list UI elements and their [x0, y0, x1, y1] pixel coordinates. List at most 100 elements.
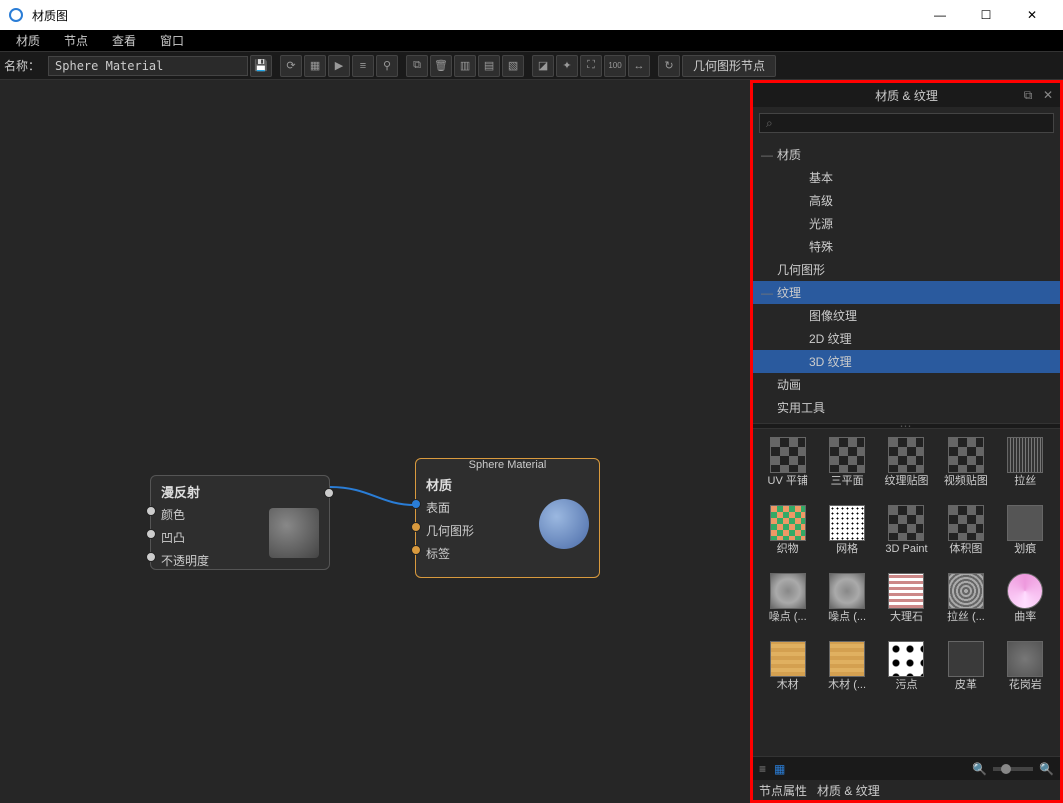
- geometry-node-button[interactable]: 几何图形节点: [682, 55, 776, 77]
- texture-thumb[interactable]: 网格: [820, 505, 873, 567]
- tool-reload-icon[interactable]: ↻: [658, 55, 680, 77]
- search-input[interactable]: [777, 116, 1047, 130]
- tool-100-icon[interactable]: 100: [604, 55, 626, 77]
- minimize-button[interactable]: —: [917, 0, 963, 30]
- tree-item[interactable]: —纹理: [753, 281, 1060, 304]
- texture-thumb[interactable]: 三平面: [820, 437, 873, 499]
- texture-thumb[interactable]: 3D Paint: [880, 505, 933, 567]
- tree-item[interactable]: —材质: [753, 143, 1060, 166]
- toolbar: 名称： 💾 ⟳ ▦ ▶ ≡ ⚲ ⧉ 🗑 ▥ ▤ ▧ ◪ ✦ ⛶ 100 ↔ ↻ …: [0, 52, 1063, 80]
- thumbnail-area: UV 平铺三平面纹理贴图视频贴图拉丝织物网格3D Paint体积图划痕噪点 (.…: [753, 429, 1060, 756]
- texture-thumb[interactable]: 拉丝: [999, 437, 1052, 499]
- material-node-header: 材质: [416, 475, 599, 496]
- menu-window[interactable]: 窗口: [148, 30, 196, 51]
- menu-material[interactable]: 材质: [4, 30, 52, 51]
- tool-grid-icon[interactable]: ▦: [304, 55, 326, 77]
- tree-item[interactable]: 特殊: [753, 235, 1060, 258]
- material-preview: [539, 499, 589, 549]
- search-icon: ⌕: [766, 116, 773, 131]
- menubar: 材质 节点 查看 窗口: [0, 30, 1063, 52]
- tree-item[interactable]: 3D 纹理: [753, 350, 1060, 373]
- texture-thumb[interactable]: 拉丝 (...: [939, 573, 992, 635]
- texture-thumb[interactable]: 曲率: [999, 573, 1052, 635]
- tool-fullscreen-icon[interactable]: ⛶: [580, 55, 602, 77]
- panel-tabs: 节点属性 材质 & 纹理: [753, 780, 1060, 800]
- zoom-in-icon[interactable]: 🔍: [1039, 762, 1054, 776]
- save-icon[interactable]: 💾: [250, 55, 272, 77]
- view-list-icon[interactable]: ≡: [759, 762, 766, 776]
- tool-copy-icon[interactable]: ⧉: [406, 55, 428, 77]
- name-label: 名称：: [4, 57, 40, 74]
- titlebar[interactable]: 材质图 — ☐ ✕: [0, 0, 1063, 30]
- menu-view[interactable]: 查看: [100, 30, 148, 51]
- material-node[interactable]: Sphere Material 材质 表面 几何图形 标签: [415, 458, 600, 578]
- port-surface-in[interactable]: [411, 499, 421, 509]
- panel-close-icon[interactable]: ✕: [1040, 87, 1056, 103]
- tree-item[interactable]: 几何图形: [753, 258, 1060, 281]
- tool-refresh-icon[interactable]: ⟳: [280, 55, 302, 77]
- tree-item[interactable]: 基本: [753, 166, 1060, 189]
- tree-item[interactable]: 2D 纹理: [753, 327, 1060, 350]
- thumb-size-slider[interactable]: [993, 767, 1033, 771]
- panel-popout-icon[interactable]: ⧉: [1020, 87, 1036, 103]
- port-color-in[interactable]: [146, 506, 156, 516]
- texture-thumb[interactable]: 木材: [761, 641, 814, 703]
- tool-add-icon[interactable]: ◪: [532, 55, 554, 77]
- menu-node[interactable]: 节点: [52, 30, 100, 51]
- diffuse-preview: [269, 508, 319, 558]
- texture-thumb[interactable]: 织物: [761, 505, 814, 567]
- tool-delete-icon[interactable]: 🗑: [430, 55, 452, 77]
- tool-layout2-icon[interactable]: ▤: [478, 55, 500, 77]
- texture-thumb[interactable]: 噪点 (...: [820, 573, 873, 635]
- texture-thumb[interactable]: 噪点 (...: [761, 573, 814, 635]
- texture-thumb[interactable]: 大理石: [880, 573, 933, 635]
- port-bump-in[interactable]: [146, 529, 156, 539]
- texture-thumb[interactable]: 皮革: [939, 641, 992, 703]
- tab-mat-tex[interactable]: 材质 & 纹理: [817, 782, 880, 799]
- tool-pin-icon[interactable]: ⚲: [376, 55, 398, 77]
- texture-thumb[interactable]: UV 平铺: [761, 437, 814, 499]
- texture-thumb[interactable]: 木材 (...: [820, 641, 873, 703]
- material-name-input[interactable]: [48, 56, 248, 76]
- window-title: 材质图: [32, 7, 917, 24]
- app-icon: [8, 7, 24, 23]
- maximize-button[interactable]: ☐: [963, 0, 1009, 30]
- texture-thumb[interactable]: 花岗岩: [999, 641, 1052, 703]
- tool-layout1-icon[interactable]: ▥: [454, 55, 476, 77]
- texture-thumb[interactable]: 纹理贴图: [880, 437, 933, 499]
- texture-thumb[interactable]: 污点: [880, 641, 933, 703]
- port-opacity-in[interactable]: [146, 552, 156, 562]
- texture-thumb[interactable]: 体积图: [939, 505, 992, 567]
- tool-snap-icon[interactable]: ✦: [556, 55, 578, 77]
- panel-bottombar: ≡ ▦ 🔍 🔍: [753, 756, 1060, 780]
- tab-node-props[interactable]: 节点属性: [759, 782, 807, 799]
- zoom-out-icon[interactable]: 🔍: [972, 762, 987, 776]
- texture-thumb[interactable]: 视频贴图: [939, 437, 992, 499]
- material-texture-panel: 材质 & 纹理 ⧉ ✕ ⌕ —材质基本高级光源特殊几何图形—纹理图像纹理2D 纹…: [750, 80, 1063, 803]
- view-grid-icon[interactable]: ▦: [774, 762, 785, 776]
- tool-layout3-icon[interactable]: ▧: [502, 55, 524, 77]
- close-button[interactable]: ✕: [1009, 0, 1055, 30]
- tree-item[interactable]: 高级: [753, 189, 1060, 212]
- tool-fit-icon[interactable]: ↔: [628, 55, 650, 77]
- node-canvas[interactable]: 漫反射 颜色 凹凸 不透明度 Sphere Material 材质 表面 几何图…: [0, 80, 750, 803]
- diffuse-out-port[interactable]: [324, 488, 334, 498]
- panel-title: 材质 & 纹理: [875, 87, 938, 104]
- texture-thumb[interactable]: 划痕: [999, 505, 1052, 567]
- node-connection: [330, 485, 420, 515]
- port-geom-in[interactable]: [411, 522, 421, 532]
- tool-play-icon[interactable]: ▶: [328, 55, 350, 77]
- main-area: 漫反射 颜色 凹凸 不透明度 Sphere Material 材质 表面 几何图…: [0, 80, 1063, 803]
- search-box[interactable]: ⌕: [759, 113, 1054, 133]
- tool-settings-icon[interactable]: ≡: [352, 55, 374, 77]
- diffuse-node-header: 漫反射: [151, 476, 329, 503]
- tree-item[interactable]: 图像纹理: [753, 304, 1060, 327]
- diffuse-node[interactable]: 漫反射 颜色 凹凸 不透明度: [150, 475, 330, 570]
- tree-item[interactable]: 实用工具: [753, 396, 1060, 419]
- app-window: 材质图 — ☐ ✕ 材质 节点 查看 窗口 名称： 💾 ⟳ ▦ ▶ ≡ ⚲ ⧉ …: [0, 0, 1063, 803]
- tree-item[interactable]: 光源: [753, 212, 1060, 235]
- tree-item[interactable]: 动画: [753, 373, 1060, 396]
- category-tree: —材质基本高级光源特殊几何图形—纹理图像纹理2D 纹理3D 纹理动画实用工具: [753, 139, 1060, 423]
- panel-header: 材质 & 纹理 ⧉ ✕: [753, 83, 1060, 107]
- port-label-in[interactable]: [411, 545, 421, 555]
